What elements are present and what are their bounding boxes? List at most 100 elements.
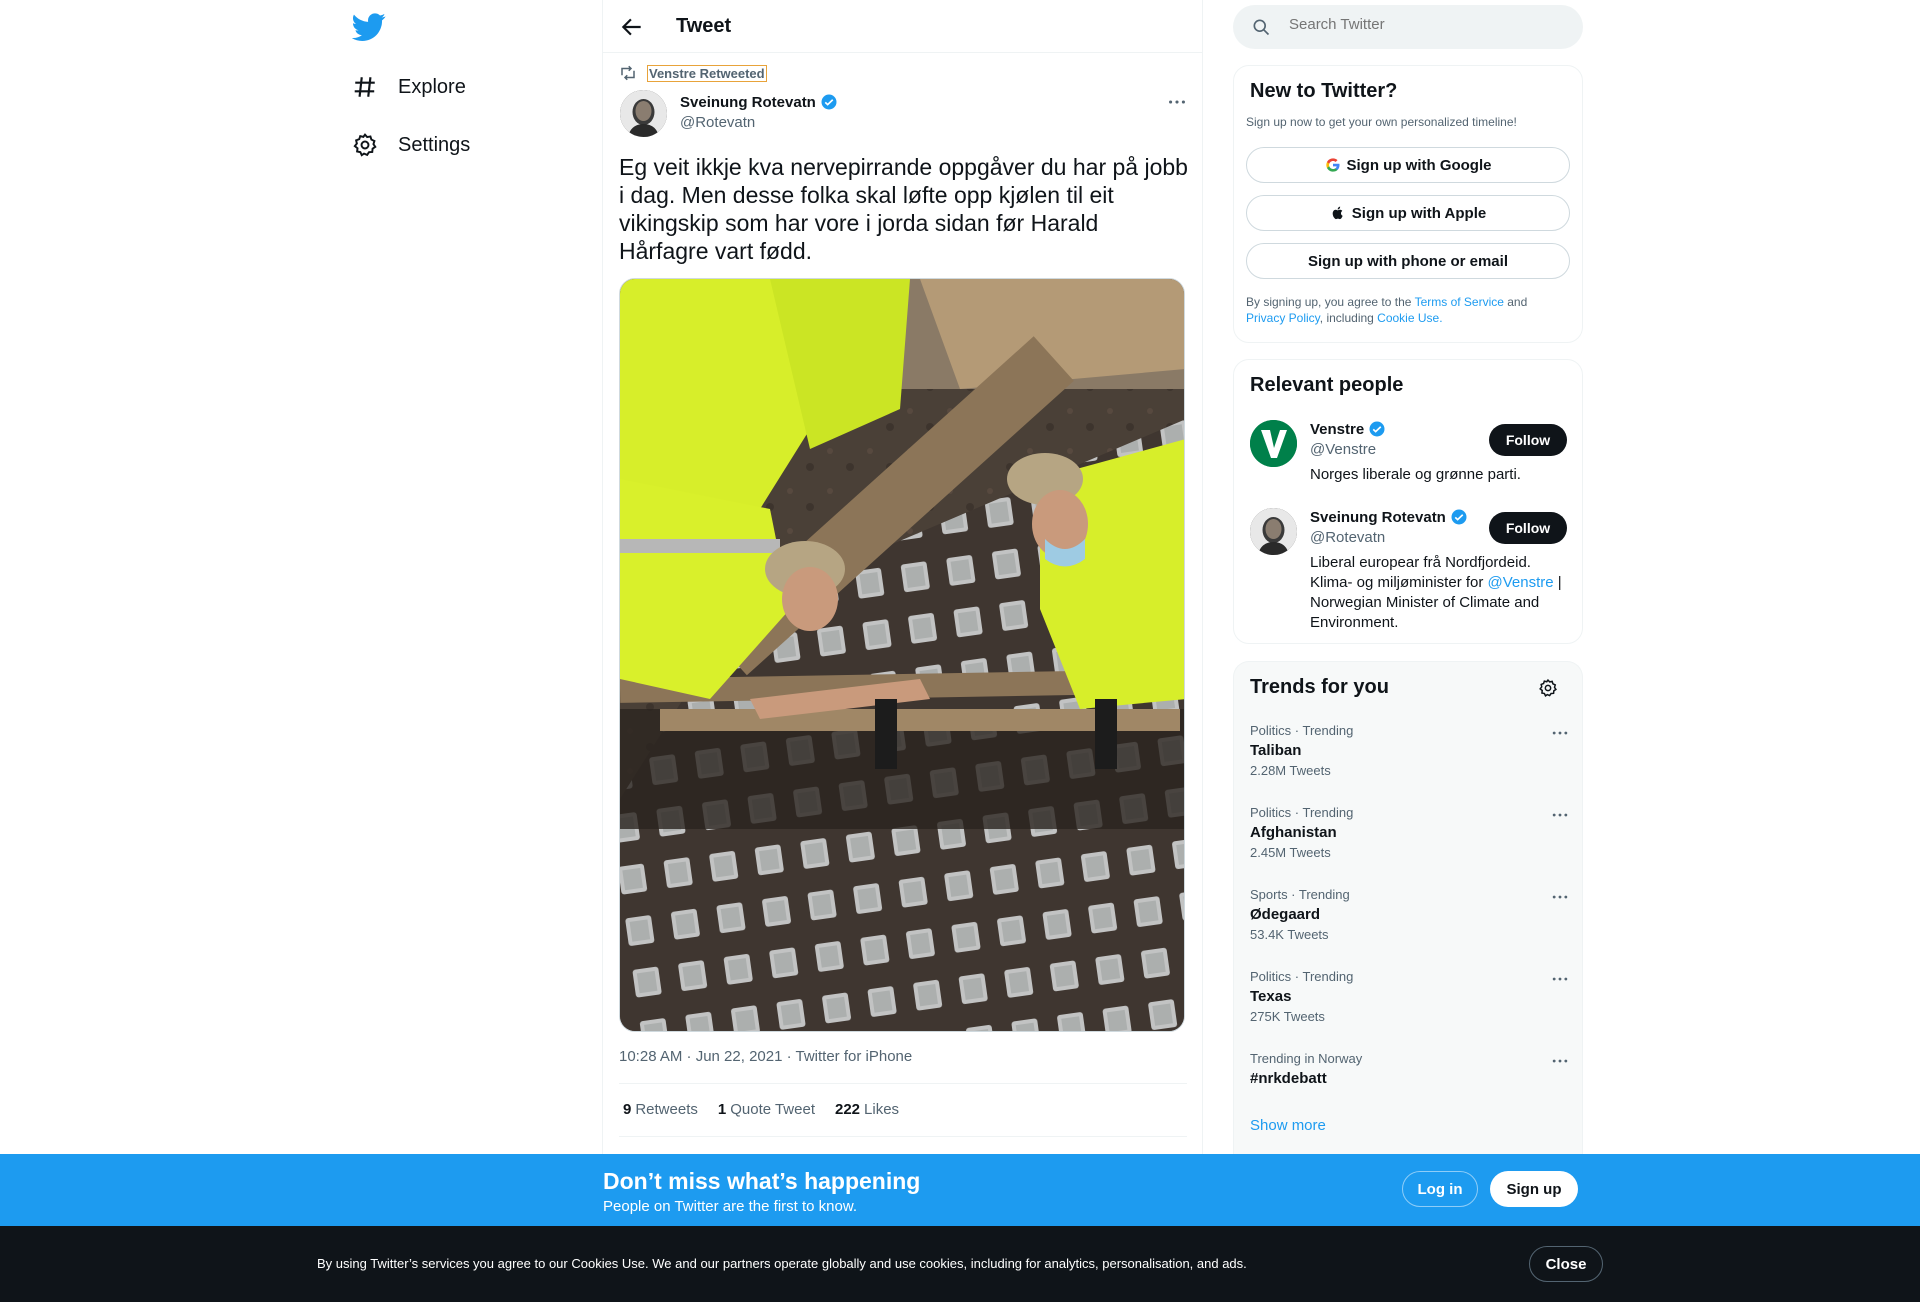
- nav-explore[interactable]: Explore: [352, 61, 466, 113]
- twitter-logo-icon[interactable]: [352, 10, 386, 44]
- left-nav: Explore Settings: [340, 0, 602, 1302]
- author-avatar-image: [620, 90, 667, 137]
- trend-item[interactable]: Politics · Trending Taliban 2.28M Tweets: [1250, 723, 1570, 778]
- trend-more-icon[interactable]: [1550, 723, 1570, 743]
- verified-badge-icon: [1451, 509, 1467, 525]
- privacy-policy-link[interactable]: Privacy Policy: [1246, 311, 1320, 325]
- trend-context: Politics · Trending: [1250, 723, 1354, 738]
- venstre-avatar[interactable]: [1250, 420, 1297, 467]
- rotevatn-handle[interactable]: @Rotevatn: [1310, 529, 1385, 546]
- signup-banner-heading: Don’t miss what’s happening: [603, 1168, 921, 1194]
- gear-icon: [353, 133, 377, 157]
- hashtag-icon: [354, 77, 375, 97]
- divider: [619, 1136, 1187, 1137]
- trend-count: 275K Tweets: [1250, 1009, 1325, 1024]
- back-arrow-icon[interactable]: [619, 14, 645, 40]
- signup-banner: Don’t miss what’s happening People on Tw…: [0, 1154, 1920, 1226]
- signup-phone-email-button[interactable]: Sign up with phone or email: [1246, 243, 1570, 279]
- trend-context: Politics · Trending: [1250, 805, 1354, 820]
- trend-context: Politics · Trending: [1250, 969, 1354, 984]
- venstre-bio: Norges liberale og grønne parti.: [1310, 466, 1521, 483]
- trend-name: Afghanistan: [1250, 824, 1337, 841]
- author-name-text: Sveinung Rotevatn: [680, 93, 816, 111]
- trend-item[interactable]: Trending in Norway #nrkdebatt: [1250, 1051, 1570, 1087]
- trend-item[interactable]: Politics · Trending Afghanistan 2.45M Tw…: [1250, 805, 1570, 860]
- trend-name: Taliban: [1250, 742, 1302, 759]
- venstre-mention-link[interactable]: @Venstre: [1488, 574, 1554, 591]
- trend-name: Ødegaard: [1250, 906, 1321, 923]
- signup-apple-button[interactable]: Sign up with Apple: [1246, 195, 1570, 231]
- trend-more-icon[interactable]: [1550, 969, 1570, 989]
- new-to-twitter-subtitle: Sign up now to get your own personalized…: [1246, 115, 1517, 129]
- tweet-text: Eg veit ikkje kva nervepirrande oppgåver…: [619, 154, 1188, 264]
- retweets-stat[interactable]: 9 Retweets: [623, 1101, 698, 1118]
- retweet-icon: [621, 65, 635, 81]
- likes-label: Likes: [864, 1101, 900, 1118]
- terms-including: , including: [1319, 311, 1378, 325]
- trend-count: 2.28M Tweets: [1250, 763, 1331, 778]
- login-button[interactable]: Log in: [1402, 1171, 1478, 1207]
- signup-phone-label: Sign up with phone or email: [1307, 252, 1508, 270]
- trends-settings-icon[interactable]: [1538, 678, 1558, 698]
- new-to-twitter-title: New to Twitter?: [1250, 80, 1398, 102]
- terms-of-service-link[interactable]: Terms of Service: [1415, 295, 1504, 309]
- trends-title: Trends for you: [1250, 676, 1389, 698]
- relevant-people-card: Relevant people Venstre @Venstre Follow …: [1233, 359, 1583, 644]
- signup-google-button[interactable]: Sign up with Google: [1246, 147, 1570, 183]
- rotevatn-avatar-image: [1250, 508, 1297, 555]
- likes-stat[interactable]: 222 Likes: [835, 1101, 899, 1118]
- tweet-photo[interactable]: [619, 278, 1185, 1032]
- trends-card: Trends for you Politics · Trending Talib…: [1233, 661, 1583, 1154]
- quote-tweets-count: 1: [717, 1101, 727, 1118]
- search-input[interactable]: [1289, 16, 1559, 33]
- author-handle[interactable]: @Rotevatn: [680, 114, 755, 131]
- terms-notice: By signing up, you agree to the Terms of…: [1246, 294, 1572, 326]
- signup-banner-subtitle: People on Twitter are the first to know.: [603, 1198, 858, 1215]
- trend-more-icon[interactable]: [1550, 1051, 1570, 1071]
- trend-item[interactable]: Politics · Trending Texas 275K Tweets: [1250, 969, 1570, 1024]
- retweeted-by-link[interactable]: Venstre Retweeted: [647, 64, 767, 82]
- retweets-label: Retweets: [635, 1101, 698, 1118]
- cookie-use-link[interactable]: Cookie Use.: [1377, 311, 1442, 325]
- trend-more-icon[interactable]: [1550, 805, 1570, 825]
- nav-settings[interactable]: Settings: [352, 119, 470, 171]
- search-box[interactable]: [1233, 5, 1583, 49]
- trend-more-icon[interactable]: [1550, 887, 1570, 907]
- author-name[interactable]: Sveinung Rotevatn: [680, 93, 838, 111]
- trend-context: Sports · Trending: [1250, 887, 1350, 902]
- retweets-count: 9: [623, 1101, 632, 1118]
- new-to-twitter-card: New to Twitter? Sign up now to get your …: [1233, 65, 1583, 343]
- venstre-logo-icon: [1250, 420, 1297, 467]
- verified-badge-icon: [1369, 421, 1385, 437]
- page-title: Tweet: [676, 15, 732, 37]
- rotevatn-avatar[interactable]: [1250, 508, 1297, 555]
- trend-name: Texas: [1250, 988, 1292, 1005]
- more-options-icon[interactable]: [1166, 91, 1188, 113]
- apple-icon: [1332, 206, 1343, 220]
- quote-tweets-label: Quote Tweet: [730, 1101, 815, 1118]
- rotevatn-name-text: Sveinung Rotevatn: [1310, 508, 1446, 526]
- show-more-link[interactable]: Show more: [1250, 1117, 1326, 1134]
- signup-button[interactable]: Sign up: [1490, 1171, 1578, 1207]
- follow-rotevatn-button[interactable]: Follow: [1489, 512, 1567, 544]
- author-avatar[interactable]: [620, 90, 667, 137]
- quote-tweets-stat[interactable]: 1 Quote Tweet: [718, 1101, 815, 1118]
- rotevatn-name[interactable]: Sveinung Rotevatn: [1310, 508, 1468, 526]
- search-icon: [1253, 19, 1270, 36]
- cookie-close-button[interactable]: Close: [1529, 1246, 1603, 1282]
- trend-item[interactable]: Sports · Trending Ødegaard 53.4K Tweets: [1250, 887, 1570, 942]
- relevant-people-title: Relevant people: [1250, 374, 1404, 396]
- likes-count: 222: [835, 1101, 861, 1118]
- nav-settings-label: Settings: [398, 133, 471, 156]
- signup-google-label: Sign up with Google: [1346, 156, 1492, 174]
- nav-explore-label: Explore: [398, 75, 466, 98]
- verified-badge-icon: [821, 94, 837, 110]
- venstre-handle[interactable]: @Venstre: [1310, 441, 1376, 458]
- tweet-stats: 9 Retweets 1 Quote Tweet 222 Likes: [623, 1101, 899, 1118]
- terms-and: and: [1503, 295, 1528, 309]
- rotevatn-bio: Liberal europear frå Nordfjordeid. Klima…: [1310, 553, 1570, 633]
- tweet-timestamp[interactable]: 10:28 AM · Jun 22, 2021 · Twitter for iP…: [619, 1048, 912, 1065]
- signup-apple-label: Sign up with Apple: [1351, 204, 1487, 222]
- follow-venstre-button[interactable]: Follow: [1489, 424, 1567, 456]
- venstre-name[interactable]: Venstre: [1310, 420, 1386, 438]
